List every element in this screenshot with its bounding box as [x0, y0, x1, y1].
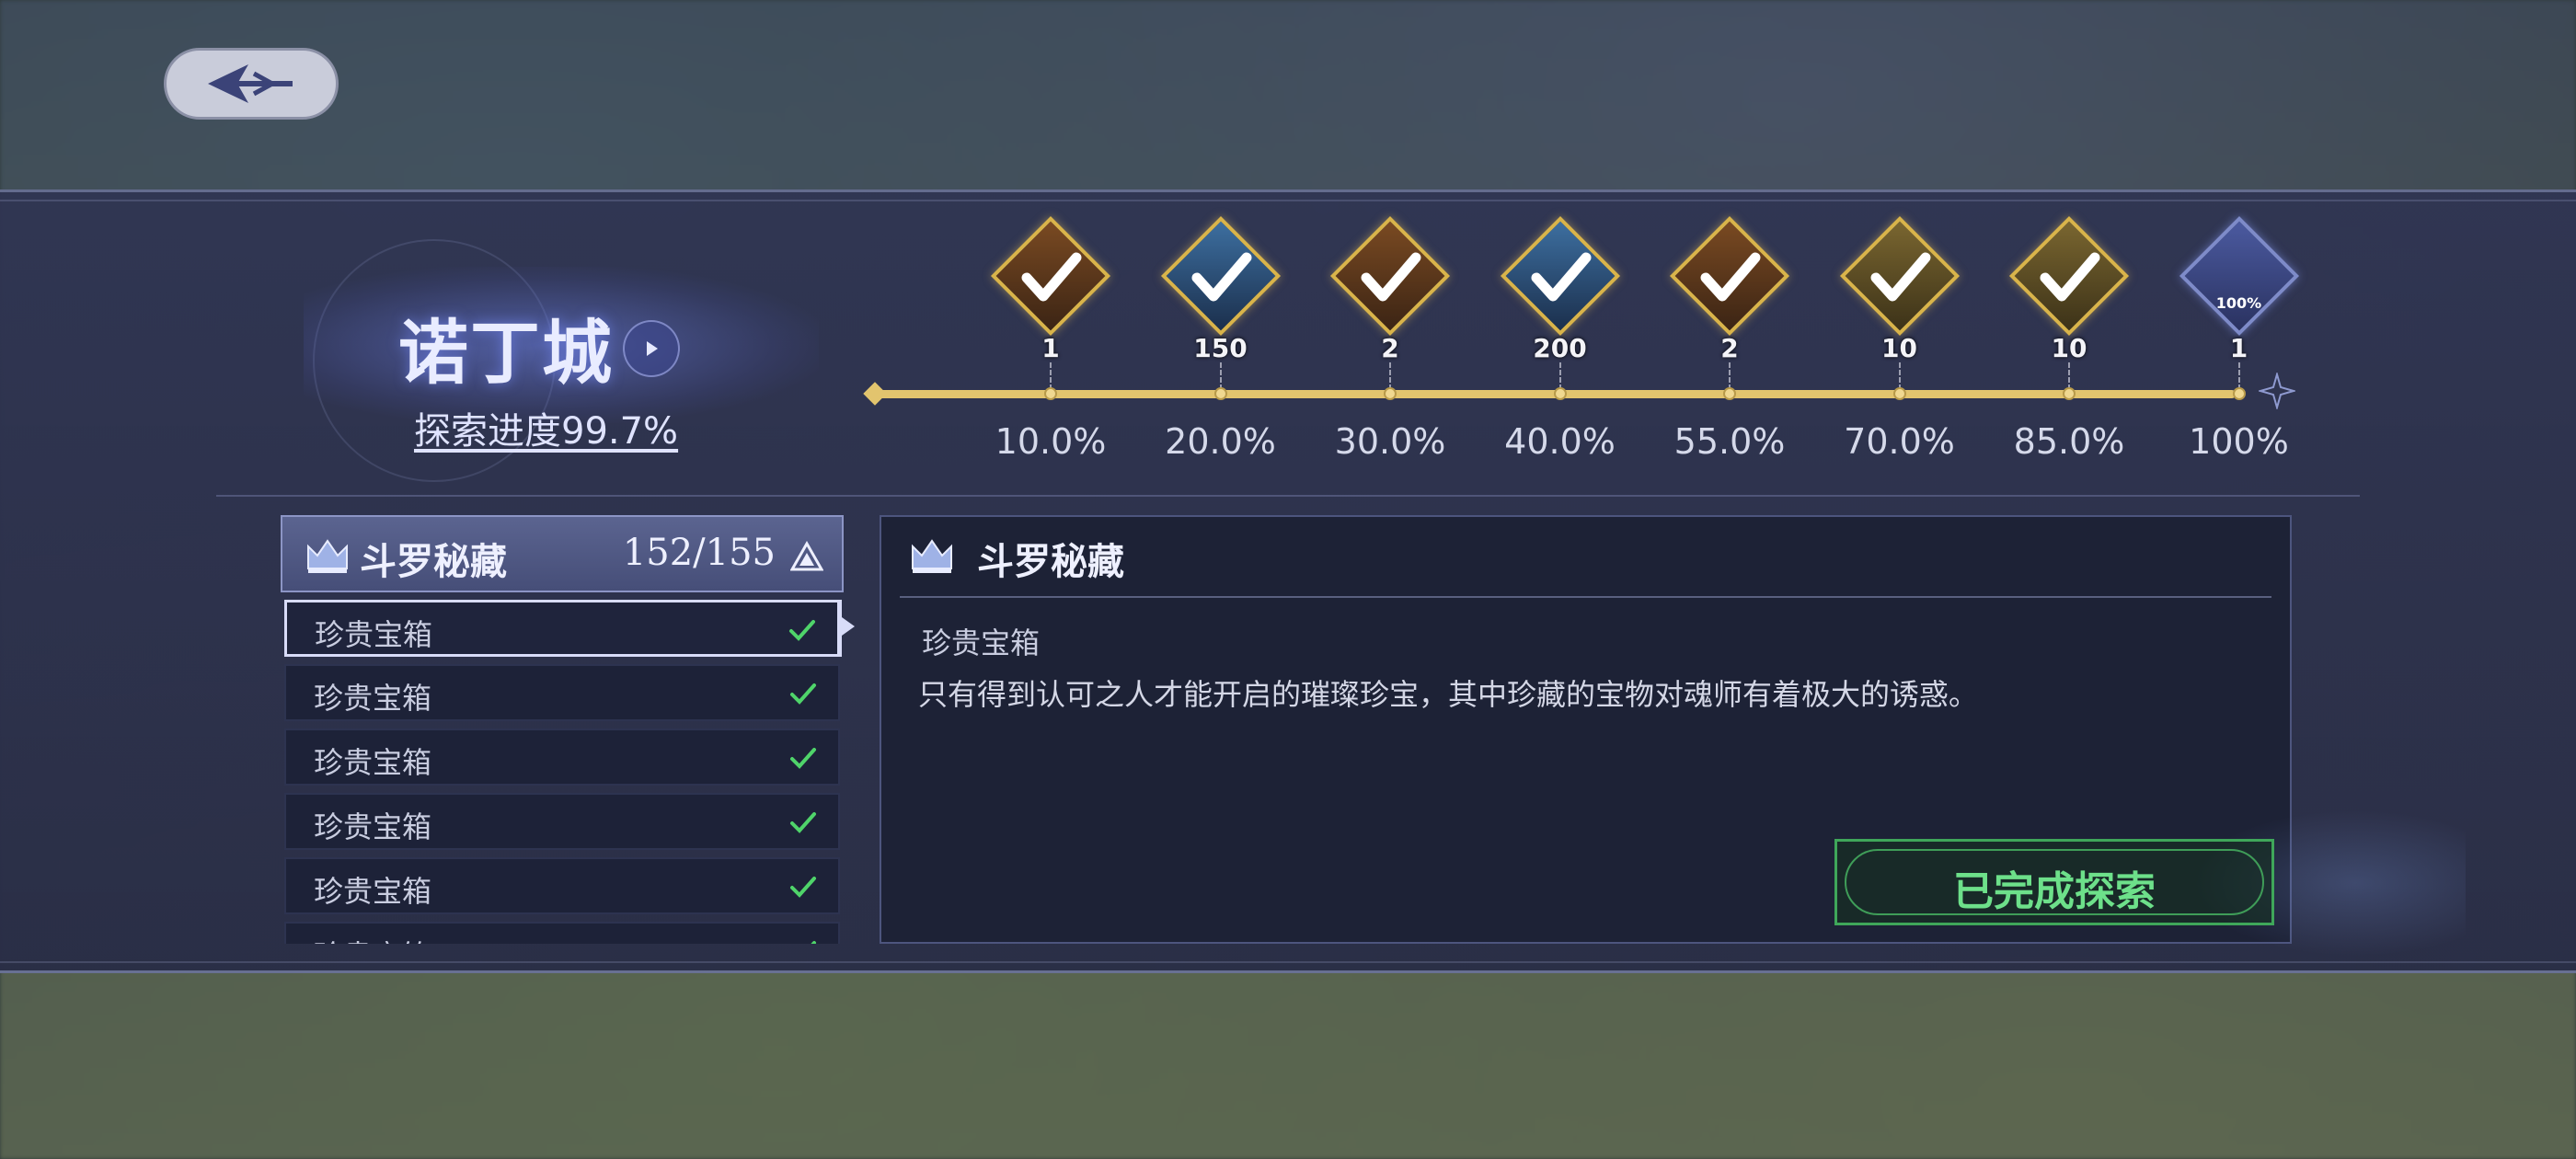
city-name: 诺丁城	[398, 312, 614, 394]
item-list[interactable]: 珍贵宝箱珍贵宝箱珍贵宝箱珍贵宝箱珍贵宝箱珍贵宝箱	[281, 600, 844, 944]
selection-arrow-icon	[842, 617, 855, 636]
reward-count: 1	[1041, 333, 1060, 363]
milestone-dot	[1723, 387, 1736, 400]
milestone-stem	[2068, 362, 2072, 390]
exploration-complete-button[interactable]: 已完成探索	[1834, 839, 2274, 925]
reward-icon	[2179, 215, 2299, 337]
crown-icon	[912, 539, 952, 573]
list-item[interactable]: 珍贵宝箱	[284, 922, 840, 944]
list-item-label: 珍贵宝箱	[314, 874, 432, 909]
list-item-label: 珍贵宝箱	[314, 745, 432, 780]
check-icon	[1531, 252, 1591, 302]
detail-item-name: 珍贵宝箱	[922, 625, 1041, 660]
milestone-percent: 100%	[2189, 421, 2289, 462]
detail-title: 斗罗秘藏	[977, 540, 1124, 583]
check-icon	[1870, 252, 1930, 302]
collapse-icon	[790, 541, 823, 571]
badge-text: 100%	[2215, 294, 2262, 312]
check-icon	[1361, 252, 1421, 302]
detail-description: 只有得到认可之人才能开启的璀璨珍宝，其中珍藏的宝物对魂师有着极大的诱惑。	[918, 677, 1979, 712]
category-count: 152/155	[622, 532, 776, 574]
back-arrow-icon	[208, 64, 293, 103]
check-icon	[811, 941, 816, 944]
milestone-stem	[1729, 362, 1732, 390]
crown-icon	[307, 539, 348, 573]
milestone-percent: 70.0%	[1844, 421, 1955, 462]
divider	[216, 495, 2360, 497]
check-icon	[790, 748, 816, 769]
exploration-progress[interactable]: 探索进度99.7%	[414, 401, 678, 454]
milestone-percent: 55.0%	[1673, 421, 1786, 462]
milestone-percent: 10.0%	[995, 421, 1107, 462]
milestone-dot	[1044, 387, 1057, 400]
detail-divider	[900, 596, 2271, 598]
check-icon	[1021, 252, 1082, 302]
milestone-dot	[2063, 387, 2076, 400]
milestone-dot	[1553, 387, 1567, 400]
back-button[interactable]	[164, 48, 339, 120]
reward-count: 10	[1881, 333, 1917, 363]
milestone-stem	[1050, 362, 1053, 390]
list-item[interactable]: 珍贵宝箱	[284, 793, 840, 850]
reward-count: 2	[1720, 333, 1739, 363]
milestone-percent: 40.0%	[1504, 421, 1616, 462]
check-icon	[790, 683, 816, 705]
milestone-stem	[1558, 362, 1563, 390]
list-item[interactable]: 珍贵宝箱	[284, 600, 840, 657]
check-icon	[789, 620, 815, 641]
milestone-dot	[1384, 387, 1397, 400]
reward-count: 150	[1193, 333, 1248, 363]
check-icon	[1191, 252, 1251, 302]
check-icon	[790, 877, 816, 898]
milestone-stem	[1898, 362, 1903, 390]
milestone-stem	[2237, 362, 2242, 390]
list-item-label: 珍贵宝箱	[314, 809, 432, 844]
check-icon	[2040, 252, 2100, 302]
play-icon	[647, 341, 658, 356]
city-info-button[interactable]	[623, 320, 680, 377]
list-item[interactable]: 珍贵宝箱	[284, 857, 840, 914]
milestone-percent: 30.0%	[1334, 421, 1446, 462]
exploration-complete-label: 已完成探索	[1953, 868, 2156, 915]
reward-count: 2	[1381, 333, 1399, 363]
list-item-label: 珍贵宝箱	[314, 933, 431, 944]
category-title: 斗罗秘藏	[360, 540, 507, 583]
list-item-label: 珍贵宝箱	[314, 681, 432, 716]
list-item[interactable]: 珍贵宝箱	[284, 664, 840, 721]
reward-count: 200	[1533, 333, 1587, 363]
check-icon	[790, 812, 816, 833]
reward-count: 10	[2051, 333, 2087, 363]
check-icon	[1700, 252, 1761, 302]
milestone-dot	[1892, 387, 1906, 400]
list-item-label: 珍贵宝箱	[315, 617, 433, 652]
milestone-dot	[2232, 387, 2246, 400]
category-header[interactable]: 斗罗秘藏 152/155	[281, 515, 844, 592]
milestone-percent: 85.0%	[2013, 421, 2125, 462]
reward-count: 1	[2229, 333, 2248, 363]
milestone-dot	[1213, 387, 1227, 400]
list-item[interactable]: 珍贵宝箱	[284, 729, 840, 786]
milestone-percent: 20.0%	[1165, 421, 1276, 462]
milestone-stem	[1389, 362, 1393, 390]
milestone-stem	[1219, 362, 1224, 390]
